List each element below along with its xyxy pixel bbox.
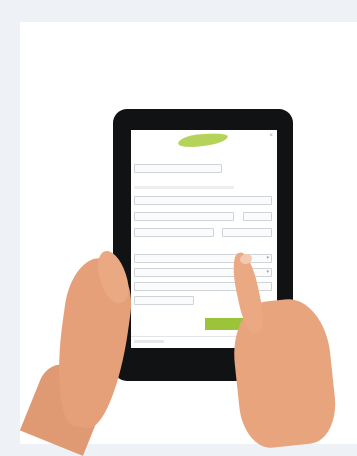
text-field-6[interactable]: [222, 228, 272, 237]
text-field-1[interactable]: [134, 164, 222, 173]
footer-text: [134, 340, 164, 343]
text-field-8[interactable]: [134, 296, 194, 305]
text-field-2[interactable]: [134, 196, 272, 205]
text-field-3[interactable]: [134, 212, 234, 221]
close-icon[interactable]: ×: [269, 133, 273, 139]
text-field-5[interactable]: [134, 228, 214, 237]
hint-line: [134, 186, 234, 189]
text-field-4[interactable]: [243, 212, 272, 221]
brand-logo: [177, 131, 229, 149]
